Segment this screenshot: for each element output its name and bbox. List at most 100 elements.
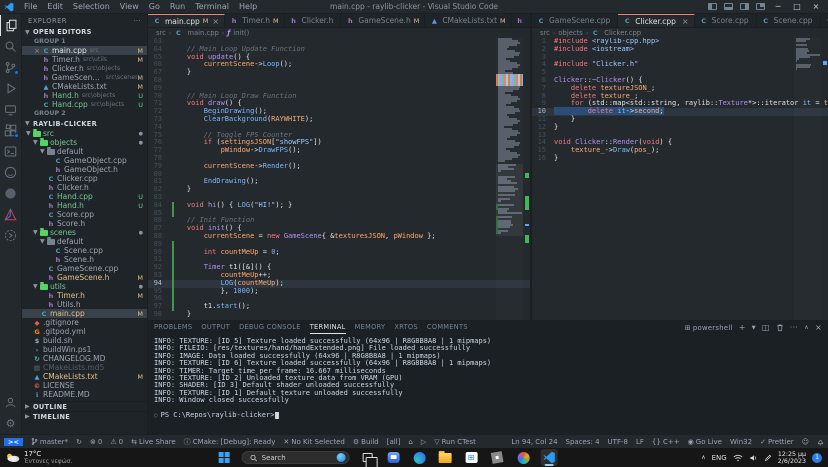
menu-go[interactable]: Go xyxy=(144,2,165,11)
tree-item-GameObject.cpp[interactable]: CGameObject.cpp xyxy=(22,156,147,165)
tree-item-default[interactable]: ▼default xyxy=(22,237,147,246)
notification-badge[interactable]: 1 xyxy=(812,453,822,463)
workspace-root-header[interactable]: ▼ RAYLIB-CLICKER xyxy=(22,118,147,129)
customize-layout-icon[interactable] xyxy=(756,3,765,10)
tree-item-GameScene.cpp[interactable]: CGameScene.cpp xyxy=(22,264,147,273)
tree-item-src[interactable]: ▼src● xyxy=(22,129,147,138)
taskbar-app-start[interactable] xyxy=(216,449,233,466)
status-live-share[interactable]: ⇆Live Share xyxy=(127,435,180,449)
menu-help[interactable]: Help xyxy=(234,2,262,11)
tree-item-GameScene.h[interactable]: hGameScene.hM xyxy=(22,273,147,282)
activity-search-icon[interactable] xyxy=(0,36,22,57)
more-actions-icon[interactable]: ··· xyxy=(790,323,799,332)
tree-item-default[interactable]: ▼default xyxy=(22,147,147,156)
open-editor-Hand.cpp[interactable]: CHand.cppsrc\objectsU xyxy=(22,100,147,109)
status-run-ctest[interactable]: ▽Run CTest xyxy=(430,435,480,449)
tree-item-CMakeLists.txt[interactable]: ▲CMakeLists.txtM xyxy=(22,372,147,381)
tree-item-Score.h[interactable]: hScore.h xyxy=(22,219,147,228)
tab-GameScene.cpp[interactable]: CGameScene.cpp xyxy=(532,14,618,27)
tree-item-utils[interactable]: ▼utils● xyxy=(22,282,147,291)
weather-widget[interactable]: 17°C Έντονες νεφώσ. xyxy=(0,451,200,465)
tree-item-Clicker.cpp[interactable]: CClicker.cpp xyxy=(22,174,147,183)
taskbar-app-edge[interactable] xyxy=(411,449,428,466)
status-build-target[interactable]: [all] xyxy=(383,435,405,449)
tree-item-Clicker.h[interactable]: hClicker.h xyxy=(22,183,147,192)
tree-item-Hand.h[interactable]: hHand.hU xyxy=(22,201,147,210)
status-encoding[interactable]: UTF-8 xyxy=(604,435,632,449)
tree-item-LICENSE[interactable]: ©LICENSE xyxy=(22,381,147,390)
activity-run-and-debug-icon[interactable] xyxy=(0,78,22,99)
status-cmake-build[interactable]: ⚙Build xyxy=(349,435,383,449)
taskbar-app-store[interactable] xyxy=(463,449,480,466)
tab-main.cpp[interactable]: Cmain.cppM× xyxy=(148,14,225,27)
code-editor[interactable]: 1#include <raylib-cpp.hpp>2#include <ios… xyxy=(532,38,828,320)
terminal-dropdown-icon[interactable]: ▼ xyxy=(752,325,756,331)
tree-item-main.cpp[interactable]: Cmain.cppM xyxy=(22,309,147,318)
activity-explorer-icon[interactable] xyxy=(0,15,22,36)
status-git-branch[interactable]: master* xyxy=(27,435,72,449)
tree-item-Scene.h[interactable]: hScene.h xyxy=(22,255,147,264)
open-editor-main.cpp[interactable]: ×Cmain.cppsrcM xyxy=(22,46,147,55)
tray-clock[interactable]: 12:25 μμ 2/6/2023 xyxy=(778,451,806,465)
kill-terminal-icon[interactable] xyxy=(776,323,784,332)
tree-item-Utils.h[interactable]: hUtils.h xyxy=(22,300,147,309)
taskbar-app-pinwheel[interactable] xyxy=(515,449,532,466)
activity-cmake-icon[interactable] xyxy=(0,204,22,225)
tab-GameScene.h[interactable]: hGameScene.hM xyxy=(341,14,425,27)
menu-edit[interactable]: Edit xyxy=(42,2,68,11)
terminal-prompt[interactable]: ○PS C:\Repos\raylib-clicker> xyxy=(154,412,828,419)
breadcrumb[interactable]: src›Cmain.cpp›ƒinit() xyxy=(148,28,530,38)
menu-selection[interactable]: Selection xyxy=(68,2,115,11)
toggle-secondary-sidebar-icon[interactable] xyxy=(740,3,749,10)
status-cmake-kit[interactable]: ✕No Kit Selected xyxy=(279,435,348,449)
split-terminal-icon[interactable]: ◫ xyxy=(762,323,770,332)
open-editor-GameScene.h[interactable]: hGameScene.hsrc\scenesM xyxy=(22,73,147,82)
tree-item-README.MD[interactable]: ℹREADME.MD xyxy=(22,390,147,399)
tab-Timer.h[interactable]: hTimer.hM xyxy=(225,14,285,27)
code-editor[interactable]: 6364 // Main Loop Update Function65 void… xyxy=(148,38,530,320)
open-editor-CMakeLists.txt[interactable]: ▲CMakeLists.txtM xyxy=(22,82,147,91)
status-eol[interactable]: LF xyxy=(632,435,648,449)
panel-tab-terminal[interactable]: TERMINAL xyxy=(310,321,346,334)
panel-tab-xrtos[interactable]: XRTOS xyxy=(394,321,418,334)
tree-item-Timer.h[interactable]: hTimer.hM xyxy=(22,291,147,300)
status-problems-errors[interactable]: ⊗0 xyxy=(86,435,106,449)
taskbar-app-chat[interactable] xyxy=(385,449,402,466)
panel-tab-output[interactable]: OUTPUT xyxy=(201,321,230,334)
status-go-live[interactable]: ◉Go Live xyxy=(684,435,726,449)
status-language-mode[interactable]: {} C++ xyxy=(648,435,684,449)
activity-extensions-icon[interactable] xyxy=(0,120,22,141)
breadcrumb[interactable]: src›objects›CClicker.cpp xyxy=(532,28,828,38)
tree-item-Hand.cpp[interactable]: CHand.cppU xyxy=(22,192,147,201)
tab-Scene.cpp[interactable]: CScene.cpp xyxy=(757,14,821,27)
panel-tab-debug-console[interactable]: DEBUG CONSOLE xyxy=(239,321,301,334)
open-editor-Hand.h[interactable]: hHand.hsrc\objectsU xyxy=(22,91,147,100)
activity-source-control-icon[interactable] xyxy=(0,57,22,78)
toggle-panel-icon[interactable] xyxy=(724,3,733,10)
minimap[interactable] xyxy=(496,38,523,320)
status-problems-warnings[interactable]: ⚠0 xyxy=(106,435,127,449)
pen-icon[interactable] xyxy=(764,454,772,462)
tab-Score.cpp[interactable]: CScore.cpp xyxy=(695,14,757,27)
volume-icon[interactable] xyxy=(749,454,758,462)
wifi-icon[interactable] xyxy=(733,454,743,462)
close-button[interactable]: × xyxy=(810,2,822,11)
status-feedback[interactable]: ☺ xyxy=(798,435,813,449)
tree-item-CHANGELOG.MD[interactable]: ↻CHANGELOG.MD xyxy=(22,354,147,363)
terminal-shell-select[interactable]: ⊞powershell xyxy=(685,324,733,332)
open-editor-Clicker.h[interactable]: hClicker.hsrc\objects xyxy=(22,64,147,73)
minimize-button[interactable]: ─ xyxy=(772,2,784,11)
taskbar-app-roblox[interactable] xyxy=(489,449,506,466)
activity-terminal-icon[interactable] xyxy=(0,141,22,162)
activity-settings-icon[interactable]: ⚙ xyxy=(0,413,22,434)
toggle-sidebar-icon[interactable] xyxy=(708,3,717,10)
tree-item-.gitpod.yml[interactable]: G.gitpod.yml xyxy=(22,327,147,336)
status-debug-target[interactable]: ⌂ xyxy=(404,435,416,449)
close-icon[interactable]: × xyxy=(682,17,689,26)
status-notifications[interactable] xyxy=(813,435,828,449)
timeline-header[interactable]: ▶ TIMELINE xyxy=(22,411,147,421)
menu-view[interactable]: View xyxy=(115,2,144,11)
tab-CMakeLists.txt[interactable]: ▲CMakeLists.txtM xyxy=(425,14,511,27)
maximize-panel-icon[interactable]: ∧ xyxy=(804,324,809,331)
panel-tab-comments[interactable]: COMMENTS xyxy=(427,321,468,334)
